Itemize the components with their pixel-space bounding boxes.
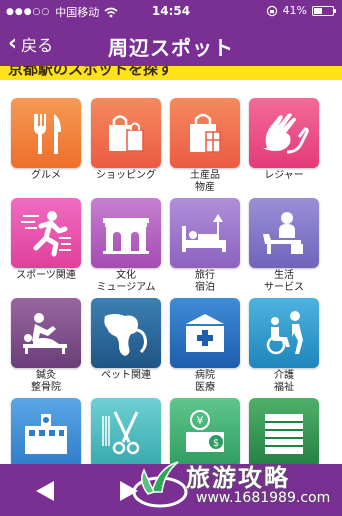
category-label: グルメ xyxy=(31,170,61,181)
category-life-service[interactable]: 生活 サービス xyxy=(245,198,323,294)
category-label: スポーツ関連 xyxy=(16,270,76,281)
watermark: 旅游攻略 www.1681989.com xyxy=(128,446,338,516)
category-label: 文化 ミュージアム xyxy=(96,270,156,293)
status-bar: ●●●○○ 中国移动 14:54 41% xyxy=(0,0,342,22)
svg-text:¥: ¥ xyxy=(197,414,204,427)
battery-icon xyxy=(312,5,336,16)
category-grid: グルメ ショッピング 土産品 物産 レジャー スポーツ関連 文化 ミュージアム … xyxy=(0,80,342,464)
category-culture-museum[interactable]: 文化 ミュージアム xyxy=(87,198,165,294)
reception-icon xyxy=(249,198,319,268)
category-hospital[interactable]: 病院 医療 xyxy=(166,298,244,394)
category-label: ショッピング xyxy=(96,170,156,181)
category-nursing-care[interactable]: 介護 福祉 xyxy=(245,298,323,394)
shopping-bag-icon xyxy=(91,98,161,168)
watermark-logo-icon xyxy=(132,461,188,508)
massage-icon xyxy=(11,298,81,368)
category-label: 土産品 物産 xyxy=(190,170,220,193)
museum-icon xyxy=(91,198,161,268)
category-souvenir[interactable]: 土産品 物産 xyxy=(166,98,244,194)
category-label: 生活 サービス xyxy=(264,270,304,293)
category-gourmet[interactable]: グルメ xyxy=(7,98,85,182)
category-travel-lodging[interactable]: 旅行 宿泊 xyxy=(166,198,244,294)
battery-percent: 41% xyxy=(282,4,307,17)
hospital-icon xyxy=(170,298,240,368)
previous-page-button[interactable] xyxy=(30,478,60,504)
category-acupuncture[interactable]: 鍼灸 整骨院 xyxy=(7,298,85,394)
navigation-bar: ‹ 戻る 周辺スポット xyxy=(0,22,342,66)
category-school[interactable] xyxy=(7,398,85,464)
category-leisure[interactable]: レジャー xyxy=(245,98,323,182)
search-banner: 京都駅のスポットを探す xyxy=(0,66,342,80)
battery-fill xyxy=(314,7,322,14)
watermark-title: 旅游攻略 xyxy=(186,464,290,492)
page-title: 周辺スポット xyxy=(108,36,234,60)
fork-knife-icon xyxy=(11,98,81,168)
banner-text: 京都駅のスポットを探す xyxy=(8,66,174,78)
category-label: ペット関連 xyxy=(101,370,151,381)
gift-bag-icon xyxy=(170,98,240,168)
dog-icon xyxy=(91,298,161,368)
category-label: 病院 医療 xyxy=(195,370,215,393)
bed-icon xyxy=(170,198,240,268)
category-sports[interactable]: スポーツ関連 xyxy=(7,198,85,282)
runner-icon xyxy=(11,198,81,268)
category-shopping[interactable]: ショッピング xyxy=(87,98,165,182)
category-pet[interactable]: ペット関連 xyxy=(87,298,165,382)
school-icon xyxy=(11,398,81,464)
category-label: 鍼灸 整骨院 xyxy=(31,370,61,393)
watermark-url: www.1681989.com xyxy=(196,490,331,506)
triangle-left-icon xyxy=(36,481,54,501)
category-label: 旅行 宿泊 xyxy=(195,270,215,293)
wheelchair-icon xyxy=(249,298,319,368)
rotation-lock-icon xyxy=(266,5,277,16)
clapping-hands-icon xyxy=(249,98,319,168)
category-label: レジャー xyxy=(264,170,304,181)
category-label: 介護 福祉 xyxy=(274,370,294,393)
